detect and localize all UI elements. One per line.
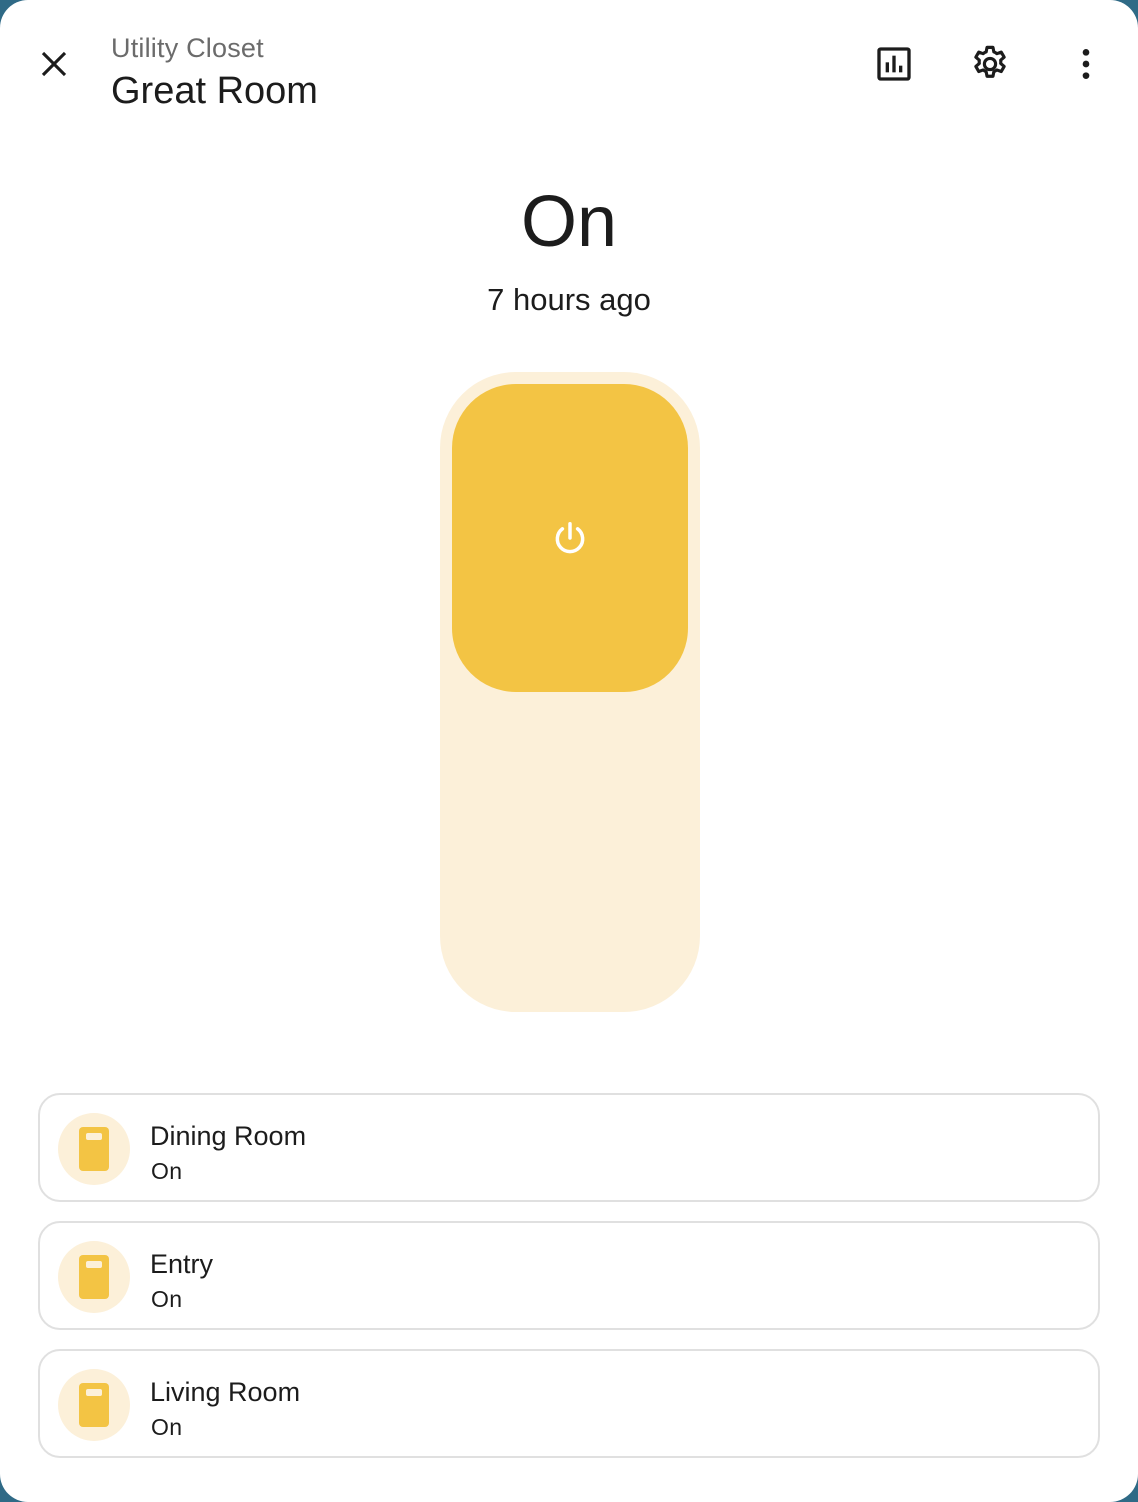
toggle-thumb [452,384,688,692]
entity-card-entry[interactable]: Entry On [38,1221,1100,1330]
history-button[interactable] [858,28,930,100]
state-value: On [520,182,618,262]
breadcrumb: Utility Closet [111,33,264,63]
entity-name: Dining Room [150,1121,307,1151]
entity-name: Living Room [150,1377,301,1407]
power-icon [555,522,585,554]
last-changed: 7 hours ago [487,282,651,317]
close-button[interactable] [18,28,90,100]
header-titles: Utility Closet Great Room [111,30,318,114]
more-info-dialog: Utility Closet Great Room On 7 hours ago [0,0,1138,1502]
more-vertical-icon [1082,49,1090,79]
entity-card-living-room[interactable]: Living Room On [38,1349,1100,1458]
entity-icon-container [58,1241,130,1313]
page-title: Great Room [111,70,318,112]
settings-gear-icon [974,45,1006,78]
entity-name: Entry [150,1249,214,1279]
more-options-button[interactable] [1050,28,1122,100]
settings-button[interactable] [954,28,1026,100]
entity-state: On [151,1286,183,1312]
entity-state: On [151,1158,183,1184]
light-switch-icon [79,1255,109,1299]
light-switch-icon [79,1383,109,1427]
close-icon [41,51,67,77]
history-chart-icon [877,47,911,81]
entity-card-dining-room[interactable]: Dining Room On [38,1093,1100,1202]
power-toggle[interactable] [440,372,700,1012]
entity-state: On [151,1414,183,1440]
light-switch-icon [79,1127,109,1171]
entity-icon-container [58,1369,130,1441]
entity-icon-container [58,1113,130,1185]
